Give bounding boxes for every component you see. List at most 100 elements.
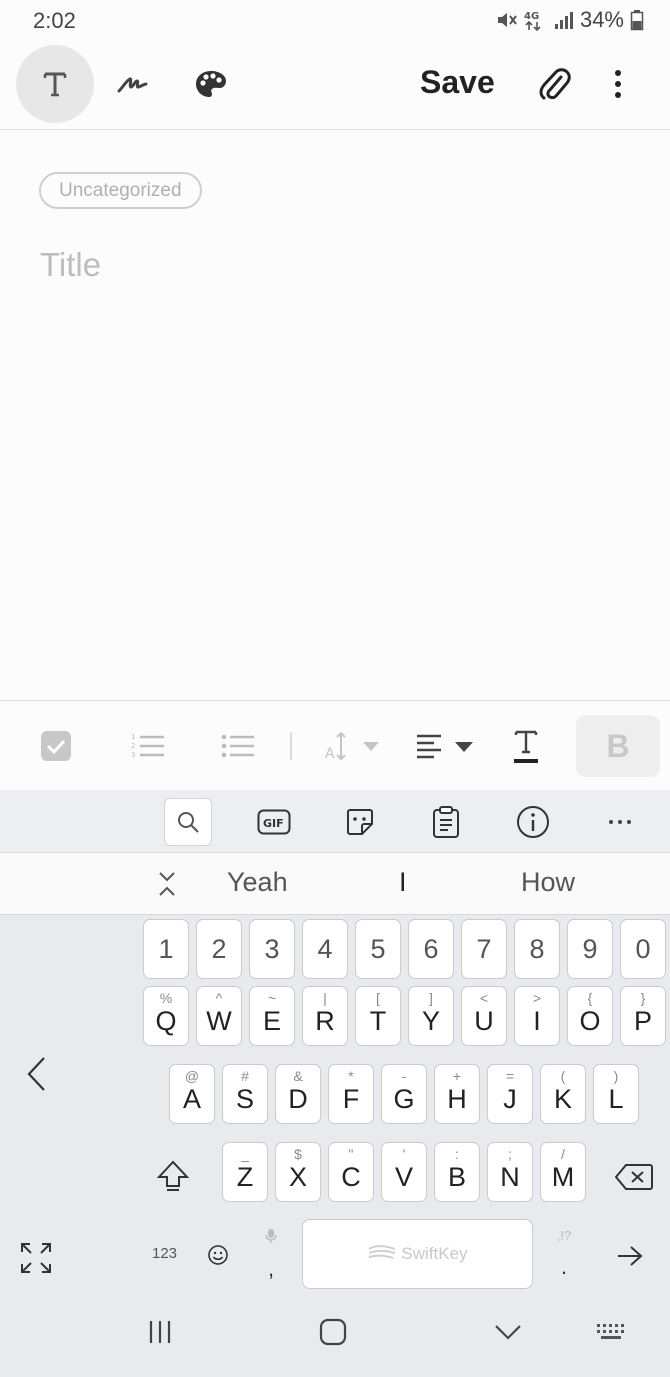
key-v[interactable]: ' V — [381, 1142, 427, 1202]
key-0[interactable]: 0 — [620, 919, 666, 979]
key-t[interactable]: [T — [355, 986, 401, 1046]
suggestion-item[interactable]: How — [521, 867, 575, 898]
status-time: 2:02 — [33, 8, 76, 33]
more-options-button[interactable] — [598, 62, 638, 110]
emoji-icon — [207, 1244, 229, 1266]
key-alt-label: : — [455, 1146, 459, 1162]
key-2[interactable]: 2 — [196, 919, 242, 979]
title-input[interactable]: Title — [40, 246, 101, 284]
key-label: K — [553, 1084, 572, 1114]
key-h[interactable]: + H — [434, 1064, 480, 1124]
key-y[interactable]: ] Y — [408, 986, 454, 1046]
key-k[interactable]: (K — [540, 1064, 586, 1124]
clipboard-icon — [432, 805, 460, 839]
key-w[interactable]: ^ W — [196, 986, 242, 1046]
key-d[interactable]: & D — [275, 1064, 321, 1124]
backspace-key[interactable] — [610, 1157, 658, 1197]
font-size-button[interactable]: A — [322, 719, 384, 773]
key-5[interactable]: 5 — [355, 919, 401, 979]
key-u[interactable]: < U — [461, 986, 507, 1046]
system-nav-bar — [0, 1290, 670, 1377]
key-alt-label: < — [479, 990, 489, 1006]
key-x[interactable]: $ X — [275, 1142, 321, 1202]
info-button[interactable] — [509, 798, 557, 846]
sticker-button[interactable] — [336, 798, 384, 846]
key-g[interactable]: -G — [381, 1064, 427, 1124]
key-label: B — [447, 1162, 466, 1192]
space-bar[interactable]: SwiftKey — [302, 1219, 533, 1289]
suggestion-item[interactable]: I — [399, 867, 407, 898]
key-c[interactable]: " C — [328, 1142, 374, 1202]
enter-key[interactable] — [610, 1238, 650, 1274]
key-q[interactable]: % Q — [143, 986, 189, 1046]
key-z[interactable]: _ Z — [222, 1142, 268, 1202]
key-e[interactable]: ~ E — [249, 986, 295, 1046]
key-b[interactable]: :B — [434, 1142, 480, 1202]
key-1[interactable]: 1 — [143, 919, 189, 979]
recents-button[interactable] — [140, 1312, 180, 1352]
key-label: D — [288, 1084, 308, 1114]
clipboard-button[interactable] — [422, 798, 470, 846]
keyboard-more-button[interactable] — [596, 798, 644, 846]
suggestion-item[interactable]: Yeah — [227, 867, 288, 898]
keyboard-switch-button[interactable] — [592, 1312, 632, 1352]
key-l[interactable]: ) L — [593, 1064, 639, 1124]
color-button[interactable] — [172, 45, 250, 123]
shift-key[interactable] — [150, 1154, 196, 1198]
key-i[interactable]: > I — [514, 986, 560, 1046]
key-7[interactable]: 7 — [461, 919, 507, 979]
key-alt-label: = — [505, 1068, 515, 1084]
key-3[interactable]: 3 — [249, 919, 295, 979]
key-p[interactable]: } P — [620, 986, 666, 1046]
key-a[interactable]: @ A — [169, 1064, 215, 1124]
resize-keyboard-key[interactable] — [16, 1238, 56, 1278]
key-alt-label: * — [348, 1068, 354, 1084]
key-8[interactable]: 8 — [514, 919, 560, 979]
gif-button[interactable]: GIF — [250, 798, 298, 846]
key-o[interactable]: {O — [567, 986, 613, 1046]
cursor-left-key[interactable] — [18, 1052, 54, 1096]
symbols-key[interactable]: 123 — [152, 1245, 177, 1262]
key-j[interactable]: = J — [487, 1064, 533, 1124]
key-label: 6 — [423, 934, 439, 964]
align-button[interactable] — [412, 719, 476, 773]
key-6[interactable]: 6 — [408, 919, 454, 979]
key-label: U — [474, 1006, 494, 1036]
bullet-list-button[interactable] — [214, 719, 262, 773]
key-r[interactable]: | R — [302, 986, 348, 1046]
key-n[interactable]: ; N — [487, 1142, 533, 1202]
text-color-button[interactable] — [502, 719, 550, 773]
collapse-toolbar-icon[interactable] — [154, 869, 180, 899]
key-label: E — [262, 1006, 281, 1036]
save-button[interactable]: Save — [420, 64, 495, 101]
bold-button[interactable]: B — [576, 715, 660, 777]
home-button[interactable] — [313, 1312, 353, 1352]
key-label: O — [579, 1006, 601, 1036]
back-button[interactable] — [488, 1312, 528, 1352]
key-m[interactable]: / M — [540, 1142, 586, 1202]
key-label: H — [447, 1084, 467, 1114]
emoji-key[interactable] — [202, 1240, 234, 1270]
key-label: Q — [155, 1006, 177, 1036]
key-alt-label: % — [159, 990, 173, 1006]
attach-button[interactable] — [530, 62, 578, 110]
key-label: 1 — [158, 934, 174, 964]
key-alt-label: + — [452, 1068, 462, 1084]
svg-text:GIF: GIF — [263, 817, 284, 830]
key-s[interactable]: # S — [222, 1064, 268, 1124]
lte-icon: 4G — [524, 9, 548, 31]
key-f[interactable]: * F — [328, 1064, 374, 1124]
period-key[interactable]: ,!? . — [548, 1228, 580, 1282]
keyboard-search-button[interactable] — [164, 798, 212, 846]
key-label: 0 — [635, 934, 651, 964]
handwriting-button[interactable] — [94, 45, 172, 123]
category-chip[interactable]: Uncategorized — [39, 172, 202, 209]
checklist-button[interactable] — [32, 719, 80, 773]
key-9[interactable]: 9 — [567, 919, 613, 979]
pen-icon — [116, 71, 150, 97]
key-4[interactable]: 4 — [302, 919, 348, 979]
format-toolbar: 123 A B — [0, 700, 670, 790]
comma-key[interactable]: , — [256, 1228, 286, 1282]
numbered-list-button[interactable]: 123 — [124, 719, 172, 773]
text-mode-button[interactable] — [16, 45, 94, 123]
